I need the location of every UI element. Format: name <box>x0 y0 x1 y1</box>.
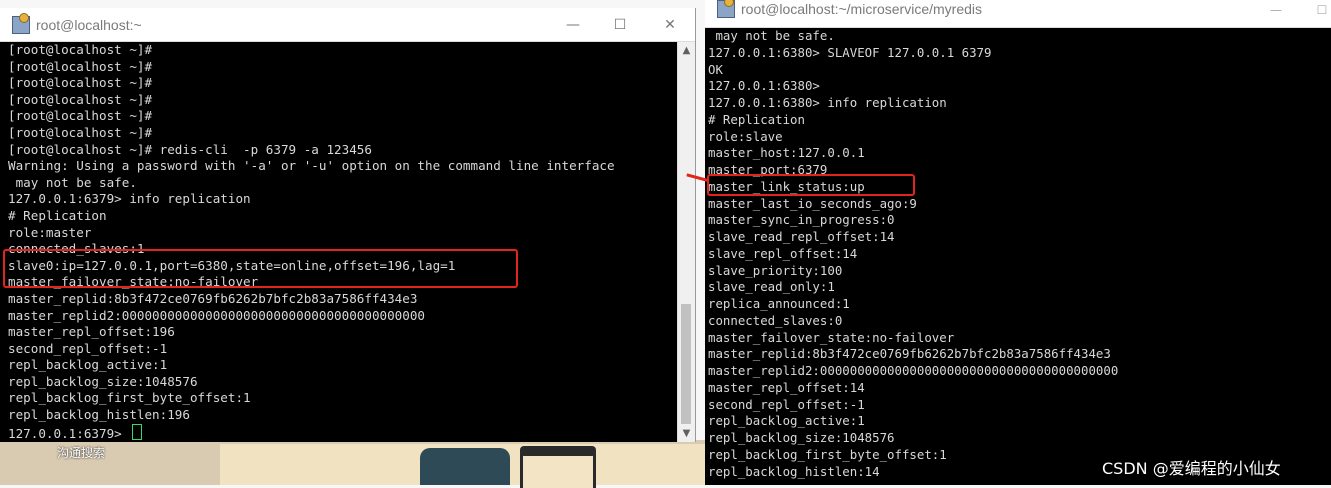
terminal-line: master_link_status:up <box>708 178 865 194</box>
terminal-line: master_repl_offset:14 <box>708 379 865 395</box>
terminal-line: [root@localhost ~]# <box>8 75 153 91</box>
terminal-line: may not be safe. <box>708 28 835 43</box>
left-terminal-window[interactable]: root@localhost:~ — ☐ ✕ [root@localhost ~… <box>0 8 696 442</box>
terminal-line: slave0:ip=127.0.0.1,port=6380,state=onli… <box>8 257 456 273</box>
terminal-line: repl_backlog_first_byte_offset:1 <box>8 390 251 406</box>
terminal-line: role:slave <box>708 128 783 144</box>
terminal-line: 127.0.0.1:6380> <box>708 78 820 94</box>
csdn-watermark: CSDN @爱编程的小仙女 <box>1102 459 1281 478</box>
terminal-line: [root@localhost ~]# <box>8 42 153 57</box>
terminal-line: [root@localhost ~]# <box>8 124 153 140</box>
terminal-line: master_replid:8b3f472ce0769fb6262b7bfc2b… <box>708 346 1111 362</box>
terminal-line: [root@localhost ~]# <box>8 108 153 124</box>
background-figure <box>420 448 510 485</box>
scroll-down-arrow-icon[interactable]: ▼ <box>678 425 695 442</box>
terminal-line: 127.0.0.1:6380> SLAVEOF 127.0.0.1 6379 <box>708 44 992 60</box>
putty-icon <box>12 12 30 34</box>
close-button[interactable]: ✕ <box>647 8 693 41</box>
terminal-line: master_host:127.0.0.1 <box>708 145 865 161</box>
terminal-line: OK <box>708 61 723 77</box>
terminal-line: [root@localhost ~]# <box>8 91 153 107</box>
terminal-line: second_repl_offset:-1 <box>8 340 168 356</box>
background-character-hat <box>520 446 596 456</box>
terminal-line: replica_announced:1 <box>708 296 850 311</box>
terminal-line: [root@localhost ~]# redis-cli -p 6379 -a… <box>8 141 372 157</box>
scroll-up-arrow-icon[interactable]: ▲ <box>678 42 695 59</box>
right-window-titlebar[interactable]: root@localhost:~/microservice/myredis — … <box>705 0 1331 28</box>
terminal-line: role:master <box>8 224 92 240</box>
left-terminal-scrollbar[interactable]: ▲ ▼ <box>677 42 695 442</box>
minimize-button[interactable]: — <box>550 8 596 41</box>
terminal-line: master_sync_in_progress:0 <box>708 212 895 228</box>
terminal-line: connected_slaves:0 <box>708 312 843 328</box>
terminal-line: Warning: Using a password with '-a' or '… <box>8 158 615 174</box>
terminal-line: repl_backlog_size:1048576 <box>8 373 198 389</box>
right-terminal-window[interactable]: root@localhost:~/microservice/myredis — … <box>705 0 1331 485</box>
terminal-line: slave_repl_offset:14 <box>708 245 858 261</box>
terminal-line: master_failover_state:no-failover <box>708 329 955 345</box>
terminal-line: slave_read_repl_offset:14 <box>708 229 895 244</box>
terminal-line: slave_read_only:1 <box>708 279 835 295</box>
terminal-line: 127.0.0.1:6380> info replication <box>708 95 947 110</box>
terminal-line: # Replication <box>8 207 107 223</box>
maximize-button[interactable]: ☐ <box>597 8 643 41</box>
terminal-line: master_repl_offset:196 <box>8 324 175 340</box>
left-window-titlebar[interactable]: root@localhost:~ — ☐ ✕ <box>0 8 695 42</box>
terminal-line: repl_backlog_active:1 <box>708 413 865 429</box>
terminal-line: # Replication <box>708 111 805 127</box>
terminal-line: repl_backlog_active:1 <box>8 357 168 373</box>
terminal-line: master_last_io_seconds_ago:9 <box>708 195 917 211</box>
terminal-line: slave_priority:100 <box>708 262 843 278</box>
background-caption: 沟通搜索 <box>57 446 106 460</box>
terminal-prompt: 127.0.0.1:6379> <box>8 425 130 441</box>
terminal-line: master_replid:8b3f472ce0769fb6262b7bfc2b… <box>8 290 418 306</box>
terminal-line: [root@localhost ~]# <box>8 58 153 74</box>
terminal-cursor <box>132 423 143 440</box>
scroll-thumb[interactable] <box>681 304 691 424</box>
terminal-prompt-line[interactable]: 127.0.0.1:6379> <box>8 423 677 441</box>
right-terminal-output[interactable]: may not be safe. 127.0.0.1:6380> SLAVEOF … <box>708 28 1331 485</box>
terminal-line: master_replid2:0000000000000000000000000… <box>8 307 426 323</box>
minimize-button[interactable]: — <box>1253 0 1299 20</box>
putty-icon <box>717 0 735 18</box>
terminal-line: 127.0.0.1:6379> info replication <box>8 191 251 207</box>
terminal-line: may not be safe. <box>8 174 137 190</box>
terminal-line: second_repl_offset:-1 <box>708 396 865 412</box>
terminal-line: master_replid2:0000000000000000000000000… <box>708 363 1119 378</box>
left-window-title: root@localhost:~ <box>36 16 142 33</box>
terminal-line: master_port:6379 <box>708 162 828 177</box>
terminal-line: repl_backlog_size:1048576 <box>708 430 895 445</box>
terminal-line: repl_backlog_histlen:196 <box>8 407 190 423</box>
left-terminal-output[interactable]: [root@localhost ~]# [root@localhost ~]# [r… <box>8 42 677 442</box>
terminal-line: master_failover_state:no-failover <box>8 274 259 290</box>
terminal-line: connected_slaves:1 <box>8 241 145 257</box>
maximize-button[interactable]: ☐ <box>1299 0 1331 20</box>
right-window-title: root@localhost:~/microservice/myredis <box>741 0 983 17</box>
